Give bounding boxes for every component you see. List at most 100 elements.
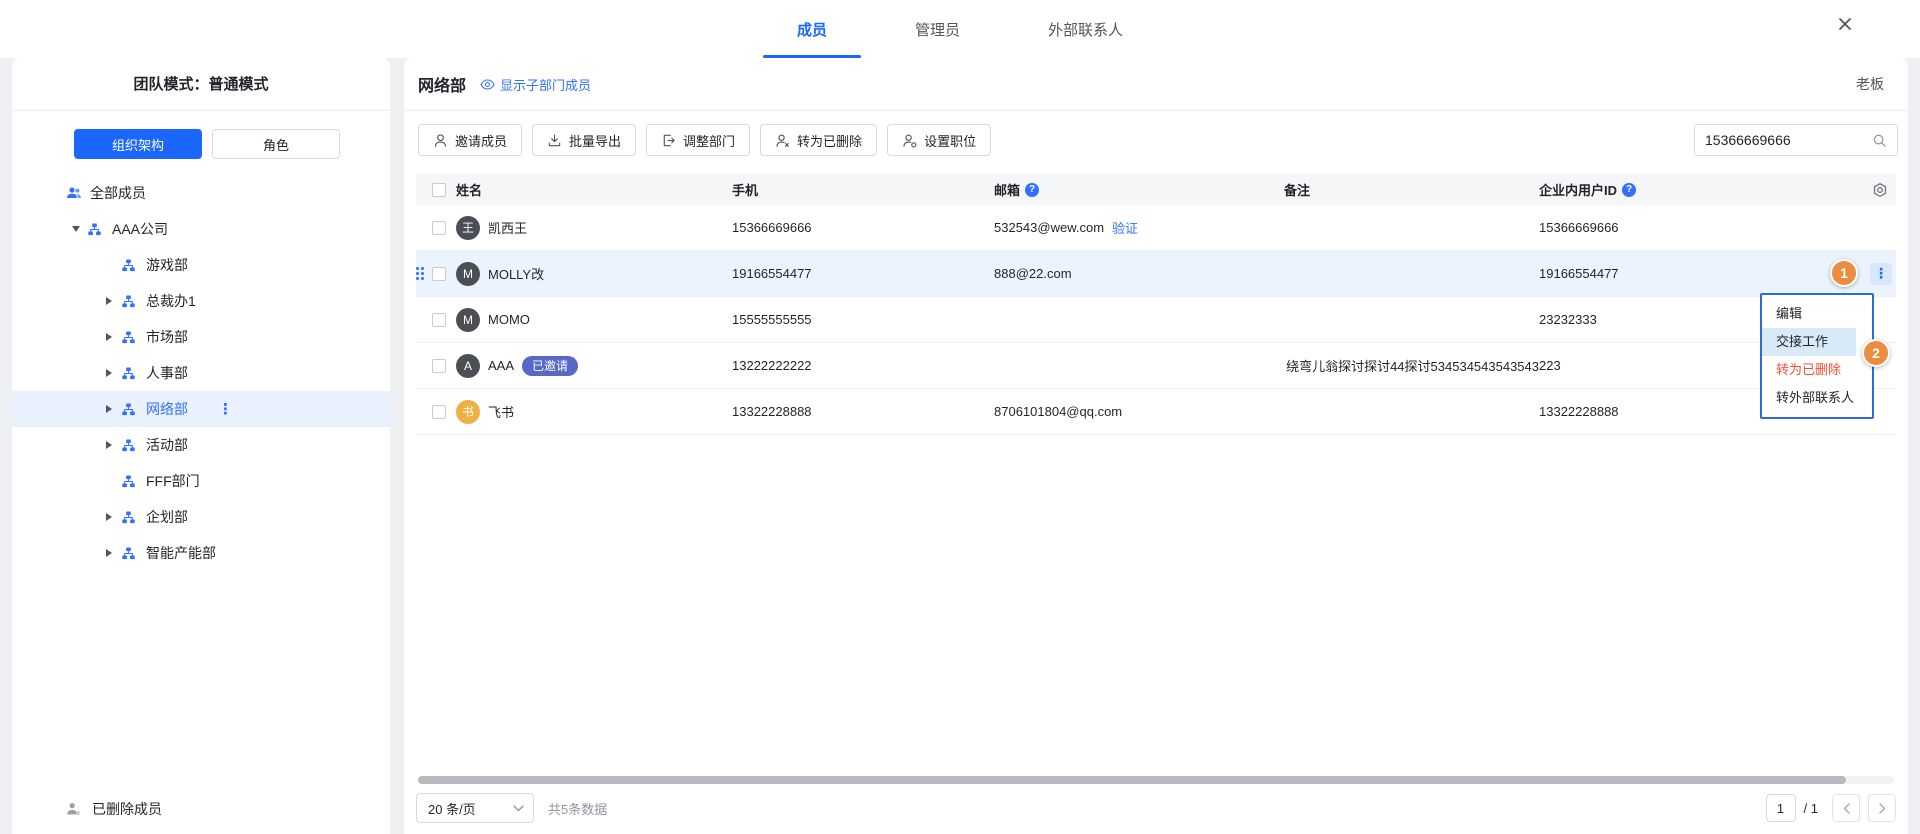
invited-status-badge: 已邀请	[522, 356, 578, 376]
caret-right-icon[interactable]	[106, 297, 122, 305]
table-row[interactable]: MMOMO 15555555555 23232333	[416, 297, 1896, 343]
chevron-down-icon	[513, 805, 524, 812]
tree-item-label: 网络部	[146, 399, 188, 419]
tab-members[interactable]: 成员	[763, 0, 861, 58]
org-node-icon	[122, 294, 138, 308]
caret-right-icon[interactable]	[106, 369, 122, 377]
org-node-icon	[122, 258, 138, 272]
convert-to-deleted-button[interactable]: 转为已删除	[760, 124, 877, 156]
tree-item-president-office[interactable]: 总裁办1	[12, 283, 390, 319]
drag-handle-icon[interactable]	[416, 267, 424, 280]
org-structure-button[interactable]: 组织架构	[74, 129, 202, 159]
member-email: 532543@wew.com	[994, 220, 1104, 235]
table-row[interactable]: 王凯西王 15366669666 532543@wew.com验证 153666…	[416, 205, 1896, 251]
search-icon[interactable]	[1872, 133, 1887, 148]
row-context-menu: 编辑 交接工作 转为已删除 转外部联系人	[1760, 293, 1874, 419]
table-row[interactable]: 书飞书 13322228888 8706101804@qq.com 133222…	[416, 389, 1896, 435]
select-all-checkbox[interactable]	[432, 183, 446, 197]
person-remove-icon	[775, 133, 790, 148]
page-number-input[interactable]	[1766, 794, 1796, 822]
menu-item-edit[interactable]: 编辑	[1762, 300, 1872, 328]
member-user-id: 13322228888	[1539, 404, 1794, 419]
tree-item-network-dept[interactable]: 网络部 ⋮	[12, 391, 390, 427]
tree-item-label: 市场部	[146, 327, 188, 347]
caret-right-icon[interactable]	[106, 405, 122, 413]
deleted-members-label: 已删除成员	[92, 799, 162, 819]
row-checkbox[interactable]	[432, 221, 446, 235]
next-page-button[interactable]	[1868, 794, 1896, 822]
tree-item-game-dept[interactable]: 游戏部	[12, 247, 390, 283]
member-name: 凯西王	[488, 218, 527, 237]
tree-item-aaa-company[interactable]: AAA公司	[12, 211, 390, 247]
scrollbar-thumb[interactable]	[418, 776, 1846, 784]
caret-right-icon[interactable]	[106, 333, 122, 341]
col-header-remark: 备注	[1284, 180, 1310, 199]
invite-member-button[interactable]: 邀请成员	[418, 124, 522, 156]
pager-controls: / 1	[1766, 794, 1896, 822]
person-position-icon	[902, 133, 917, 148]
table-row[interactable]: AAAA已邀请 13222222222 绕弯儿翁探讨探讨44探讨53453454…	[416, 343, 1896, 389]
email-help-icon[interactable]: ?	[1025, 183, 1039, 197]
table-row[interactable]: MMOLLY改 19166554477 888@22.com 191665544…	[416, 251, 1896, 297]
total-pages-label: / 1	[1804, 801, 1818, 816]
close-icon[interactable]	[1834, 13, 1856, 35]
org-node-icon	[88, 222, 104, 236]
department-tree: 全部成员 AAA公司 游戏部 总裁办1	[12, 165, 390, 784]
tab-admins[interactable]: 管理员	[881, 0, 994, 58]
org-node-icon	[122, 366, 138, 380]
row-checkbox[interactable]	[432, 267, 446, 281]
tree-item-label: 智能产能部	[146, 543, 216, 563]
show-sub-label: 显示子部门成员	[500, 75, 591, 94]
main-header: 网络部 显示子部门成员 老板	[404, 58, 1908, 111]
adjust-department-button[interactable]: 调整部门	[646, 124, 750, 156]
tree-item-planning-dept[interactable]: 企划部	[12, 499, 390, 535]
tree-item-all-members[interactable]: 全部成员	[12, 175, 390, 211]
tree-item-hr-dept[interactable]: 人事部	[12, 355, 390, 391]
caret-right-icon[interactable]	[106, 441, 122, 449]
row-more-actions-icon[interactable]: ⋮	[1870, 263, 1892, 285]
tree-item-more-icon[interactable]: ⋮	[218, 400, 234, 418]
menu-item-convert-to-deleted[interactable]: 转为已删除	[1762, 356, 1872, 384]
avatar: 书	[456, 400, 480, 424]
deleted-person-icon	[66, 802, 82, 816]
member-name: MOLLY改	[488, 264, 544, 283]
user-id-help-icon[interactable]: ?	[1622, 183, 1636, 197]
menu-item-convert-to-external[interactable]: 转外部联系人	[1762, 384, 1872, 412]
set-position-button[interactable]: 设置职位	[887, 124, 991, 156]
member-phone: 13322228888	[732, 404, 994, 419]
member-email: 888@22.com	[994, 266, 1284, 281]
step-badge-2: 2	[1862, 339, 1890, 367]
chevron-right-icon	[1879, 803, 1886, 814]
tree-item-activity-dept[interactable]: 活动部	[12, 427, 390, 463]
org-node-icon	[122, 438, 138, 452]
tree-item-fff-dept[interactable]: FFF部门	[12, 463, 390, 499]
show-sub-department-link[interactable]: 显示子部门成员	[480, 75, 591, 94]
row-checkbox[interactable]	[432, 313, 446, 327]
member-user-id: 15366669666	[1539, 220, 1794, 235]
column-settings-icon[interactable]	[1872, 182, 1888, 198]
caret-right-icon[interactable]	[106, 513, 122, 521]
batch-export-button[interactable]: 批量导出	[532, 124, 636, 156]
tree-item-marketing-dept[interactable]: 市场部	[12, 319, 390, 355]
member-phone: 15366669666	[732, 220, 994, 235]
role-button[interactable]: 角色	[212, 129, 340, 159]
caret-right-icon[interactable]	[106, 549, 122, 557]
org-node-icon	[122, 546, 138, 560]
row-checkbox[interactable]	[432, 359, 446, 373]
member-name: MOMO	[488, 312, 530, 327]
member-name: AAA	[488, 358, 514, 373]
menu-item-handover-work[interactable]: 交接工作	[1762, 328, 1856, 356]
deleted-members-entry[interactable]: 已删除成员	[12, 784, 390, 834]
page-size-select[interactable]: 20 条/页	[416, 793, 534, 823]
total-count-label: 共5条数据	[548, 799, 607, 818]
eye-icon	[480, 79, 495, 90]
sidebar: 团队模式：普通模式 组织架构 角色 全部成员 AAA公司	[12, 58, 390, 834]
verify-email-link[interactable]: 验证	[1112, 218, 1138, 237]
tree-item-smart-capacity-dept[interactable]: 智能产能部	[12, 535, 390, 571]
caret-down-icon[interactable]	[72, 226, 88, 232]
prev-page-button[interactable]	[1832, 794, 1860, 822]
row-checkbox[interactable]	[432, 405, 446, 419]
tab-external-contacts[interactable]: 外部联系人	[1014, 0, 1157, 58]
download-icon	[547, 133, 562, 148]
search-input[interactable]	[1705, 132, 1872, 148]
